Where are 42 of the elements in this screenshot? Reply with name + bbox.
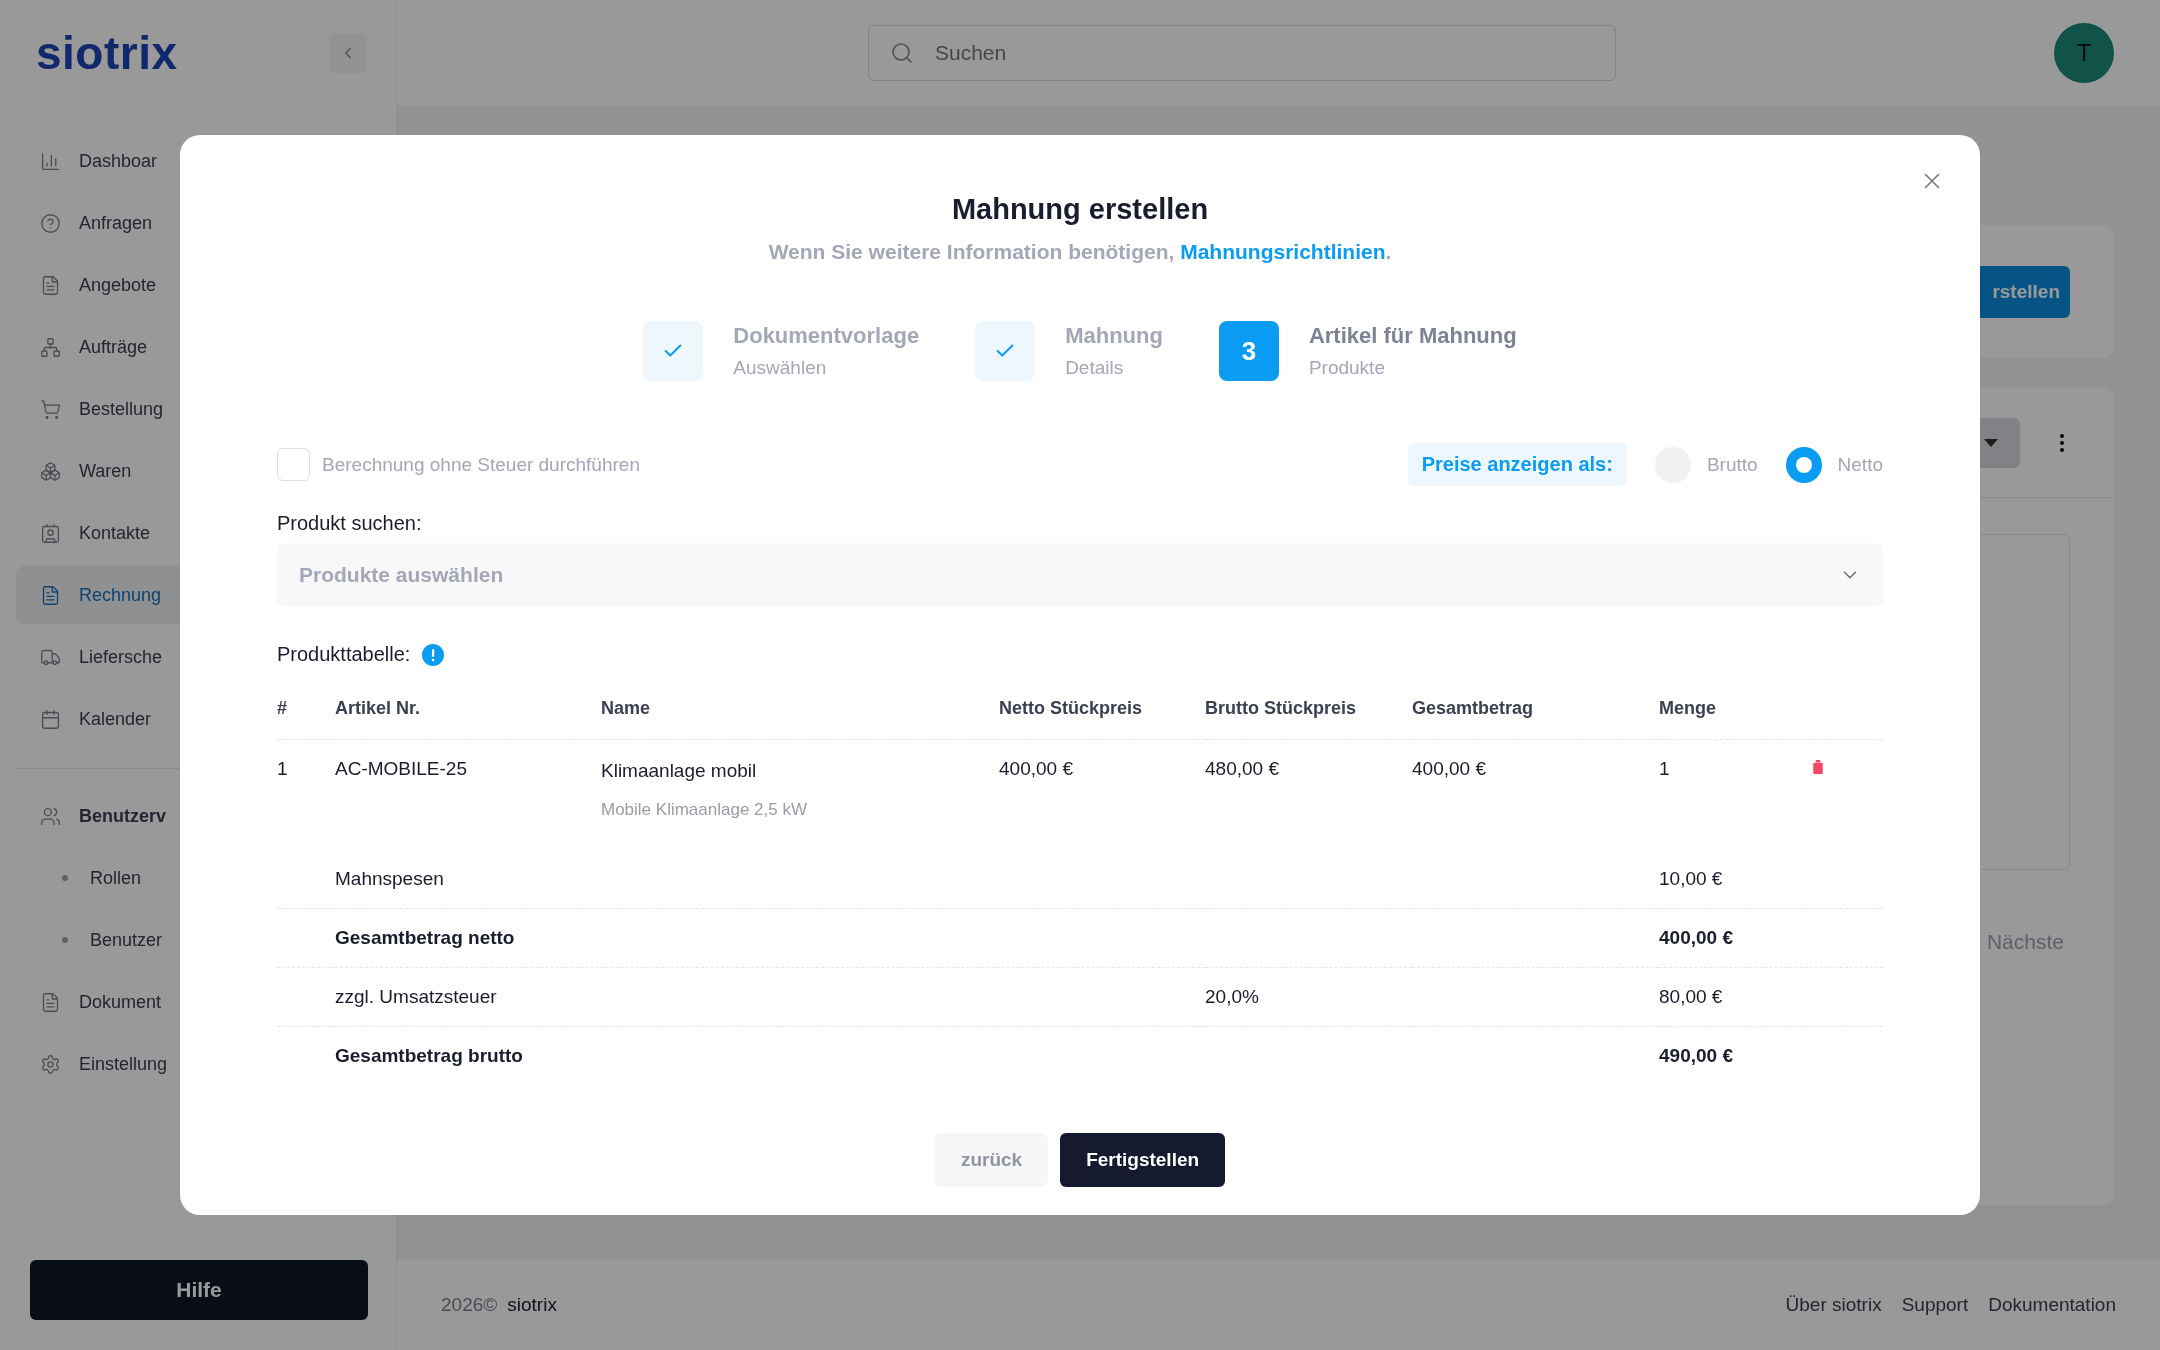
- column-header: Gesamtbetrag: [1412, 698, 1535, 719]
- column-header: Brutto Stückpreis: [1205, 698, 1358, 719]
- table-cell-text: 400,00 €: [999, 758, 1074, 780]
- column-header: Artikel Nr.: [335, 698, 422, 719]
- brand-text: siotrix: [507, 1294, 557, 1316]
- table-cell-text: 480,00 €: [1205, 758, 1280, 780]
- summary-label: Gesamtbetrag brutto: [335, 1045, 524, 1067]
- table-cell-text: 400,00 €: [1412, 758, 1487, 780]
- dialog-subtitle: Wenn Sie weitere Information benötigen, Mahnungsrichtlinien.: [768, 240, 1392, 264]
- product-description: Mobile Klimaanlage 2,5 kW: [601, 800, 808, 820]
- table-cell-text: 1: [1659, 758, 1671, 780]
- step-title: Mahnung: [1065, 323, 1163, 349]
- dialog-title: Mahnung erstellen: [951, 193, 1209, 226]
- checkbox-label: Berechnung ohne Steuer durchführen: [322, 453, 640, 476]
- tax-rate: 20,0%: [1205, 986, 1260, 1008]
- column-header: Menge: [1659, 698, 1717, 719]
- step-title: Artikel für Mahnung: [1308, 323, 1517, 349]
- summary-value: 80,00 €: [1659, 986, 1724, 1008]
- step-subtitle: Produkte: [1308, 357, 1386, 379]
- step-number: 3: [1218, 321, 1279, 381]
- field-label: Produkt suchen:: [277, 512, 423, 535]
- summary-label: Gesamtbetrag netto: [335, 927, 516, 949]
- logo: siotrix: [36, 26, 178, 80]
- table-title: Produkttabelle:: [277, 643, 411, 666]
- table-cell-text: 1: [277, 758, 289, 780]
- summary-label: zzgl. Umsatzsteuer: [335, 986, 498, 1008]
- table-cell-text: Klimaanlage mobil: [601, 760, 758, 782]
- copyright-text: 2026©: [441, 1294, 498, 1316]
- price-display-label: Preise anzeigen als:: [1407, 443, 1627, 486]
- summary-value: 490,00 €: [1659, 1045, 1734, 1067]
- column-header: Name: [601, 698, 652, 719]
- radio-label: Netto: [1837, 453, 1883, 476]
- summary-value: 400,00 €: [1659, 927, 1734, 949]
- step-subtitle: Auswählen: [733, 357, 828, 379]
- column-header: #: [277, 698, 288, 719]
- summary-value: 10,00 €: [1659, 868, 1724, 890]
- radio-label: Brutto: [1706, 453, 1758, 476]
- step-subtitle: Details: [1065, 357, 1125, 379]
- step-title: Dokumentvorlage: [733, 323, 920, 349]
- table-cell-text: AC-MOBILE-25: [335, 758, 468, 780]
- summary-label: Mahnspesen: [335, 868, 445, 890]
- column-header: Netto Stückpreis: [999, 698, 1144, 719]
